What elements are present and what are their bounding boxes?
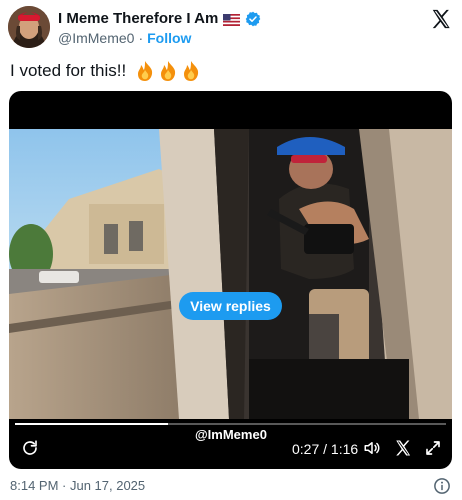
volume-icon[interactable] <box>363 439 381 457</box>
handle[interactable]: @ImMeme0 <box>58 30 134 46</box>
fullscreen-icon[interactable] <box>424 439 442 457</box>
display-name-row[interactable]: I Meme Therefore I Am <box>58 10 261 27</box>
view-replies-button[interactable]: View replies <box>179 292 282 320</box>
separator-dot: · <box>138 30 144 46</box>
tweet-header: I Meme Therefore I Am @ImMeme0 · Follow <box>8 6 454 52</box>
progress-bar[interactable] <box>15 423 446 425</box>
tweet-timestamp[interactable]: 8:14 PM · Jun 17, 2025 <box>10 478 145 493</box>
fire-icon <box>135 60 155 82</box>
fire-icon <box>181 60 201 82</box>
replay-icon[interactable] <box>21 439 39 457</box>
x-icon[interactable] <box>394 439 412 457</box>
progress-fill <box>15 423 168 425</box>
video-player[interactable]: View replies @ImMeme0 0:27 / 1:16 <box>9 91 452 469</box>
follow-button[interactable]: Follow <box>147 30 191 46</box>
time-display: 0:27 / 1:16 <box>292 441 359 457</box>
avatar[interactable] <box>8 6 50 48</box>
x-logo-icon[interactable] <box>430 8 452 30</box>
fire-icon <box>158 60 178 82</box>
video-frame[interactable]: View replies @ImMeme0 <box>9 129 452 446</box>
display-name[interactable]: I Meme Therefore I Am <box>58 10 218 27</box>
tweet-body: I voted for this!! <box>10 61 127 80</box>
tweet-text: I voted for this!! <box>10 60 201 82</box>
handle-row: @ImMeme0 · Follow <box>58 30 191 46</box>
video-controls: 0:27 / 1:16 <box>9 427 452 469</box>
info-icon[interactable] <box>433 477 451 495</box>
us-flag-icon <box>223 13 241 26</box>
verified-badge-icon <box>245 11 261 27</box>
